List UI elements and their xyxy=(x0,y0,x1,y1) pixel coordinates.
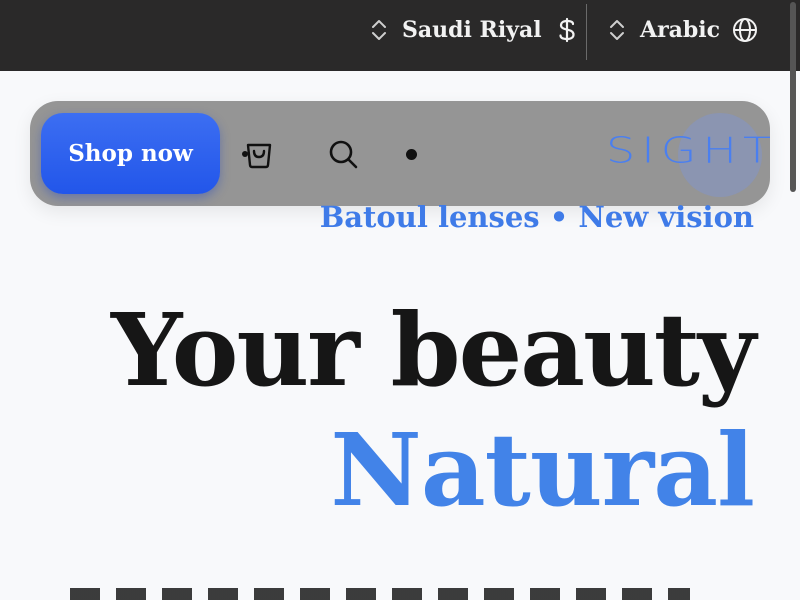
language-label: Arabic xyxy=(640,17,721,43)
currency-selector[interactable]: Saudi Riyal xyxy=(370,0,580,60)
search-icon[interactable] xyxy=(326,137,360,171)
language-selector[interactable]: Arabic xyxy=(608,0,758,60)
hero-headline-line1: Your beauty xyxy=(111,291,756,409)
top-bar: Saudi Riyal Arabic xyxy=(0,0,800,192)
hero-tagline: Batoul lenses • New vision xyxy=(319,200,754,234)
dollar-sign-icon xyxy=(558,17,575,43)
currency-label: Saudi Riyal xyxy=(402,17,542,43)
floating-nav: Shop now SIGHT xyxy=(30,101,770,206)
shopping-bag-icon[interactable] xyxy=(242,137,276,171)
shop-now-button[interactable]: Shop now xyxy=(41,113,220,194)
chevron-up-down-icon xyxy=(610,20,624,40)
chevron-up-down-icon xyxy=(372,20,386,40)
scrollbar-thumb[interactable] xyxy=(790,2,796,192)
hero-description-cutoff xyxy=(70,588,690,600)
topbar-divider xyxy=(586,4,587,60)
menu-dot[interactable] xyxy=(406,149,417,160)
globe-icon xyxy=(733,18,758,42)
brand-logo[interactable]: SIGHT xyxy=(606,129,770,171)
hero-headline-line2: Natural xyxy=(330,411,755,529)
